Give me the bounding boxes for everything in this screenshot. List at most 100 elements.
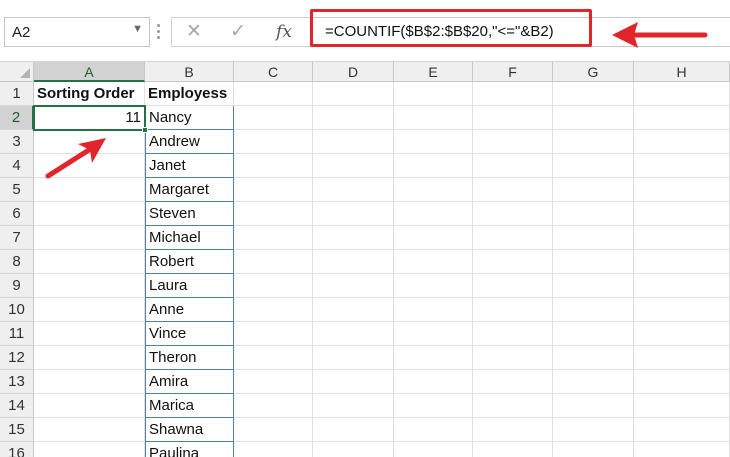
cell-h12[interactable] xyxy=(634,346,730,370)
cell-g9[interactable] xyxy=(553,274,634,298)
cell-e14[interactable] xyxy=(394,394,473,418)
cell-e4[interactable] xyxy=(394,154,473,178)
row-header-11[interactable]: 11 xyxy=(0,322,34,346)
employee-cell[interactable]: Laura xyxy=(145,274,234,298)
cell-d9[interactable] xyxy=(313,274,394,298)
employee-cell[interactable]: Marica xyxy=(145,394,234,418)
cell-h8[interactable] xyxy=(634,250,730,274)
cell-a9[interactable] xyxy=(34,274,145,298)
employee-cell[interactable]: Theron xyxy=(145,346,234,370)
row-header-9[interactable]: 9 xyxy=(0,274,34,298)
employee-cell[interactable]: Steven xyxy=(145,202,234,226)
cell-a16[interactable] xyxy=(34,442,145,457)
cell-h3[interactable] xyxy=(634,130,730,154)
column-header-f[interactable]: F xyxy=(473,62,553,82)
cell-a7[interactable] xyxy=(34,226,145,250)
row-header-3[interactable]: 3 xyxy=(0,130,34,154)
cell-d1[interactable] xyxy=(313,82,394,106)
fill-handle[interactable] xyxy=(142,127,148,133)
cell-e12[interactable] xyxy=(394,346,473,370)
row-header-13[interactable]: 13 xyxy=(0,370,34,394)
cell-c7[interactable] xyxy=(234,226,313,250)
row-header-8[interactable]: 8 xyxy=(0,250,34,274)
cell-e5[interactable] xyxy=(394,178,473,202)
cell-a6[interactable] xyxy=(34,202,145,226)
cell-f1[interactable] xyxy=(473,82,553,106)
employee-cell[interactable]: Nancy xyxy=(145,106,234,130)
cell-h15[interactable] xyxy=(634,418,730,442)
header-sorting-order[interactable]: Sorting Order xyxy=(34,82,145,106)
cell-e16[interactable] xyxy=(394,442,473,457)
column-header-e[interactable]: E xyxy=(394,62,473,82)
employee-cell[interactable]: Amira xyxy=(145,370,234,394)
cell-e15[interactable] xyxy=(394,418,473,442)
enter-icon[interactable]: ✓ xyxy=(218,18,258,46)
cell-c11[interactable] xyxy=(234,322,313,346)
cell-a15[interactable] xyxy=(34,418,145,442)
cell-g6[interactable] xyxy=(553,202,634,226)
row-header-5[interactable]: 5 xyxy=(0,178,34,202)
column-header-d[interactable]: D xyxy=(313,62,394,82)
cell-h13[interactable] xyxy=(634,370,730,394)
cell-f10[interactable] xyxy=(473,298,553,322)
header-employess[interactable]: Employess xyxy=(145,82,234,106)
cell-e11[interactable] xyxy=(394,322,473,346)
cell-h10[interactable] xyxy=(634,298,730,322)
cell-h7[interactable] xyxy=(634,226,730,250)
cell-f3[interactable] xyxy=(473,130,553,154)
cell-g14[interactable] xyxy=(553,394,634,418)
employee-cell[interactable]: Andrew xyxy=(145,130,234,154)
row-header-2[interactable]: 2 xyxy=(0,106,34,130)
cell-h5[interactable] xyxy=(634,178,730,202)
column-header-c[interactable]: C xyxy=(234,62,313,82)
cell-g16[interactable] xyxy=(553,442,634,457)
row-header-7[interactable]: 7 xyxy=(0,226,34,250)
cell-c13[interactable] xyxy=(234,370,313,394)
cell-h9[interactable] xyxy=(634,274,730,298)
cell-f6[interactable] xyxy=(473,202,553,226)
row-header-12[interactable]: 12 xyxy=(0,346,34,370)
cancel-icon[interactable]: ✕ xyxy=(174,18,214,46)
row-header-14[interactable]: 14 xyxy=(0,394,34,418)
cell-a10[interactable] xyxy=(34,298,145,322)
cell-g3[interactable] xyxy=(553,130,634,154)
cell-c12[interactable] xyxy=(234,346,313,370)
cell-f5[interactable] xyxy=(473,178,553,202)
cell-g11[interactable] xyxy=(553,322,634,346)
cell-d4[interactable] xyxy=(313,154,394,178)
cell-f7[interactable] xyxy=(473,226,553,250)
cell-d14[interactable] xyxy=(313,394,394,418)
cell-e2[interactable] xyxy=(394,106,473,130)
cell-f15[interactable] xyxy=(473,418,553,442)
cell-a12[interactable] xyxy=(34,346,145,370)
cell-c14[interactable] xyxy=(234,394,313,418)
cell-f16[interactable] xyxy=(473,442,553,457)
cell-c4[interactable] xyxy=(234,154,313,178)
cell-c9[interactable] xyxy=(234,274,313,298)
row-header-10[interactable]: 10 xyxy=(0,298,34,322)
cell-e6[interactable] xyxy=(394,202,473,226)
employee-cell[interactable]: Margaret xyxy=(145,178,234,202)
cell-e9[interactable] xyxy=(394,274,473,298)
cell-a13[interactable] xyxy=(34,370,145,394)
cell-c8[interactable] xyxy=(234,250,313,274)
cell-e1[interactable] xyxy=(394,82,473,106)
select-all-icon[interactable] xyxy=(0,62,34,82)
column-header-h[interactable]: H xyxy=(634,62,730,82)
cell-c15[interactable] xyxy=(234,418,313,442)
row-header-6[interactable]: 6 xyxy=(0,202,34,226)
cell-h6[interactable] xyxy=(634,202,730,226)
employee-cell[interactable]: Michael xyxy=(145,226,234,250)
cell-h1[interactable] xyxy=(634,82,730,106)
formula-bar-grip[interactable] xyxy=(157,24,161,40)
employee-cell[interactable]: Robert xyxy=(145,250,234,274)
cell-h16[interactable] xyxy=(634,442,730,457)
row-header-1[interactable]: 1 xyxy=(0,82,34,106)
cell-d5[interactable] xyxy=(313,178,394,202)
cell-d15[interactable] xyxy=(313,418,394,442)
employee-cell[interactable]: Janet xyxy=(145,154,234,178)
column-header-g[interactable]: G xyxy=(553,62,634,82)
cell-f12[interactable] xyxy=(473,346,553,370)
cell-f4[interactable] xyxy=(473,154,553,178)
cell-h11[interactable] xyxy=(634,322,730,346)
